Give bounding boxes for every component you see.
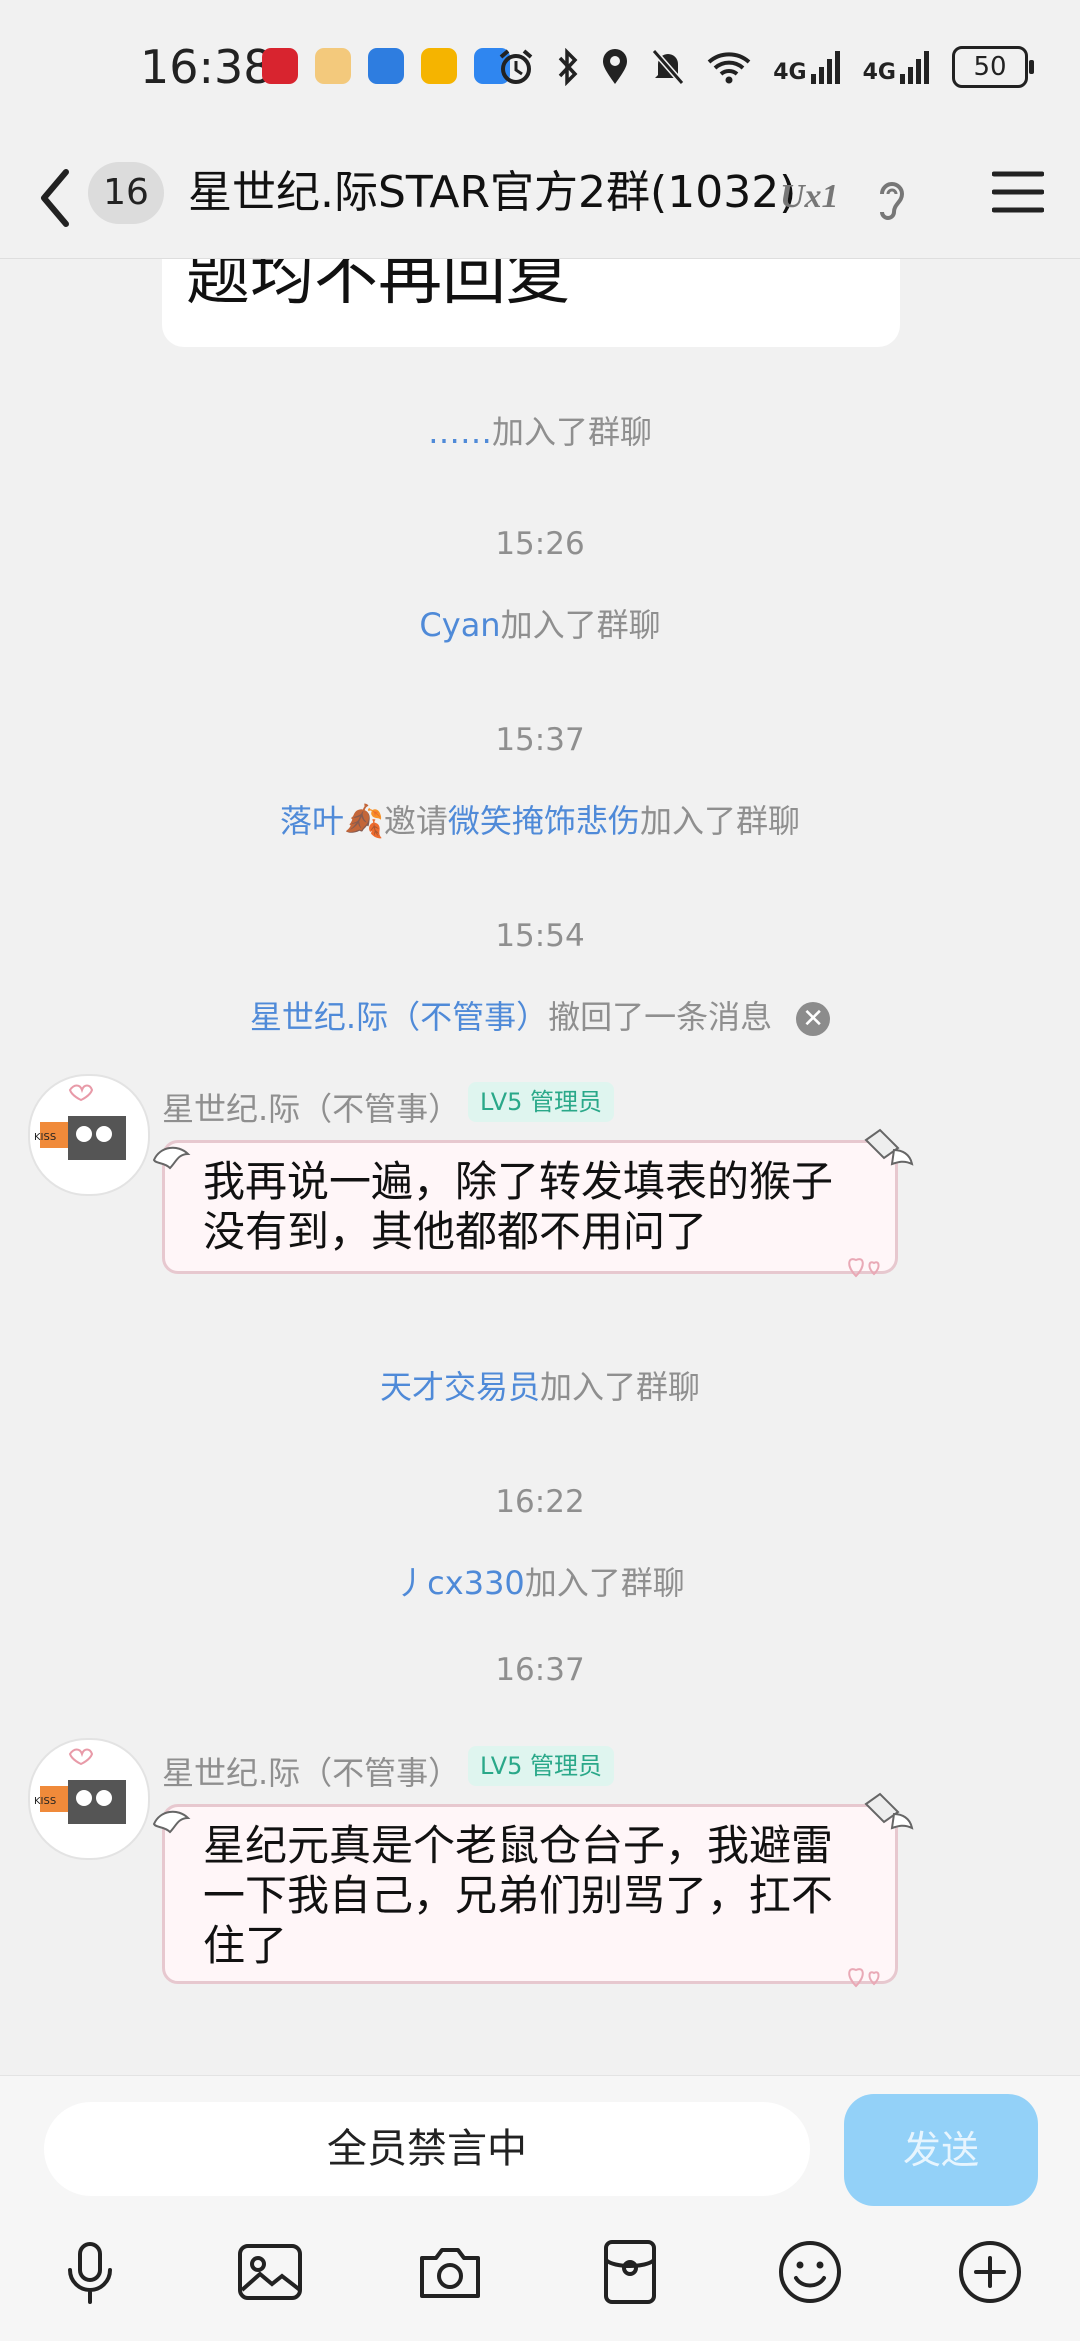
avatar-image: KISS — [34, 1084, 126, 1160]
admin-level-badge: LV5 管理员 — [468, 1082, 615, 1122]
timestamp: 15:37 — [495, 722, 585, 758]
invite-notice: 落叶🍂邀请微笑掩饰悲伤加入了群聊 — [280, 802, 800, 840]
inviter-name[interactable]: 落叶🍂 — [280, 802, 384, 840]
member-name[interactable]: 天才交易员 — [380, 1368, 540, 1406]
message-bubble[interactable]: 星纪元真是个老鼠仓台子，我避雷一下我自己，兄弟们别骂了，扛不住了 — [162, 1804, 898, 1984]
join-notice: ……加入了群聊 — [427, 413, 652, 451]
group-title[interactable]: 星世纪.际STAR官方2群(1032) — [188, 162, 796, 224]
back-arrow-icon[interactable] — [36, 162, 76, 234]
weibo-icon — [421, 48, 457, 84]
heart-decoration-icon — [848, 1258, 880, 1278]
location-icon — [603, 49, 628, 84]
wifi-icon — [707, 52, 751, 84]
signal-bars-icon — [810, 51, 840, 84]
signal-bars-icon — [900, 51, 929, 84]
svg-text:KISS: KISS — [34, 1796, 56, 1807]
camera-icon[interactable] — [414, 2236, 486, 2308]
timestamp: 15:54 — [495, 918, 585, 954]
alarm-icon — [499, 49, 533, 84]
recall-notice: 星世纪.际（不管事）撤回了一条消息 ✕ — [0, 992, 1080, 1038]
huawei-store-icon — [262, 48, 298, 84]
notification-icons — [262, 48, 510, 84]
weather-icon — [368, 48, 404, 84]
send-button[interactable]: 发送 — [844, 2094, 1038, 2206]
group-level-badge: Ux1 — [780, 178, 839, 215]
system-indicators: 4G 4G 50 — [497, 46, 1034, 88]
svg-text:KISS: KISS — [34, 1132, 56, 1143]
mic-icon[interactable] — [54, 2236, 126, 2308]
bubble-wing-decoration-icon — [864, 1128, 914, 1166]
invitee-name[interactable]: 微笑掩饰悲伤 — [448, 802, 640, 840]
game-app-icon — [315, 48, 351, 84]
timestamp: 16:22 — [495, 1484, 585, 1520]
member-name[interactable]: Cyan — [419, 606, 500, 644]
join-notice: 天才交易员加入了群聊 — [379, 1368, 701, 1406]
plus-icon[interactable] — [954, 2236, 1026, 2308]
emoji-icon[interactable] — [774, 2236, 846, 2308]
close-icon[interactable]: ✕ — [796, 1002, 831, 1036]
avatar[interactable]: KISS — [28, 1074, 150, 1196]
mute-bell-icon — [651, 49, 685, 85]
red-packet-icon[interactable] — [594, 2236, 666, 2308]
menu-icon[interactable] — [992, 170, 1044, 214]
message-input[interactable]: 全员禁言中 — [44, 2102, 810, 2196]
unread-count-badge[interactable]: 16 — [88, 162, 164, 224]
message-text: 我再说一遍，除了转发填表的猴子没有到，其他都都不用问了 — [203, 1157, 834, 1256]
member-name[interactable]: 丿cx330 — [395, 1564, 525, 1602]
join-notice: Cyan加入了群聊 — [419, 606, 661, 644]
bubble-wing-decoration-icon — [152, 1146, 191, 1170]
status-time: 16:38 — [140, 40, 273, 94]
signal-2: 4G — [863, 50, 930, 84]
member-name[interactable]: 星世纪.际（不管事） — [250, 998, 548, 1036]
earpiece-mode-icon[interactable] — [874, 176, 910, 222]
previous-message-bubble: 题均不再回复 — [162, 259, 900, 347]
avatar-image: KISS — [34, 1748, 126, 1824]
message-text: 星纪元真是个老鼠仓台子，我避雷一下我自己，兄弟们别骂了，扛不住了 — [203, 1821, 834, 1970]
sender-name[interactable]: 星世纪.际（不管事） — [162, 1084, 460, 1130]
admin-level-badge: LV5 管理员 — [468, 1746, 615, 1786]
message-list[interactable]: 题均不再回复 ……加入了群聊 15:26 Cyan加入了群聊 15:37 落叶🍂… — [0, 259, 1080, 2075]
chat-header: 16 星世纪.际STAR官方2群(1032) Ux1 — [0, 140, 1080, 259]
bubble-wing-decoration-icon — [864, 1792, 914, 1830]
join-notice: 丿cx330加入了群聊 — [395, 1564, 685, 1602]
avatar[interactable]: KISS — [28, 1738, 150, 1860]
signal-1: 4G — [773, 50, 840, 84]
message-bubble[interactable]: 我再说一遍，除了转发填表的猴子没有到，其他都都不用问了 — [162, 1140, 898, 1274]
input-bar: 全员禁言中 发送 — [0, 2075, 1080, 2341]
heart-decoration-icon — [848, 1968, 880, 1988]
image-icon[interactable] — [234, 2236, 306, 2308]
timestamp: 15:26 — [495, 526, 585, 562]
previous-message-text: 题均不再回复 — [186, 259, 570, 314]
battery-indicator: 50 — [952, 46, 1034, 88]
timestamp: 16:37 — [495, 1652, 585, 1688]
member-name[interactable]: …… — [428, 413, 492, 451]
bluetooth-icon — [558, 48, 578, 86]
sender-name[interactable]: 星世纪.际（不管事） — [162, 1748, 460, 1794]
status-bar: 16:38 4G 4G 50 — [0, 0, 1080, 140]
bubble-wing-decoration-icon — [152, 1810, 191, 1834]
